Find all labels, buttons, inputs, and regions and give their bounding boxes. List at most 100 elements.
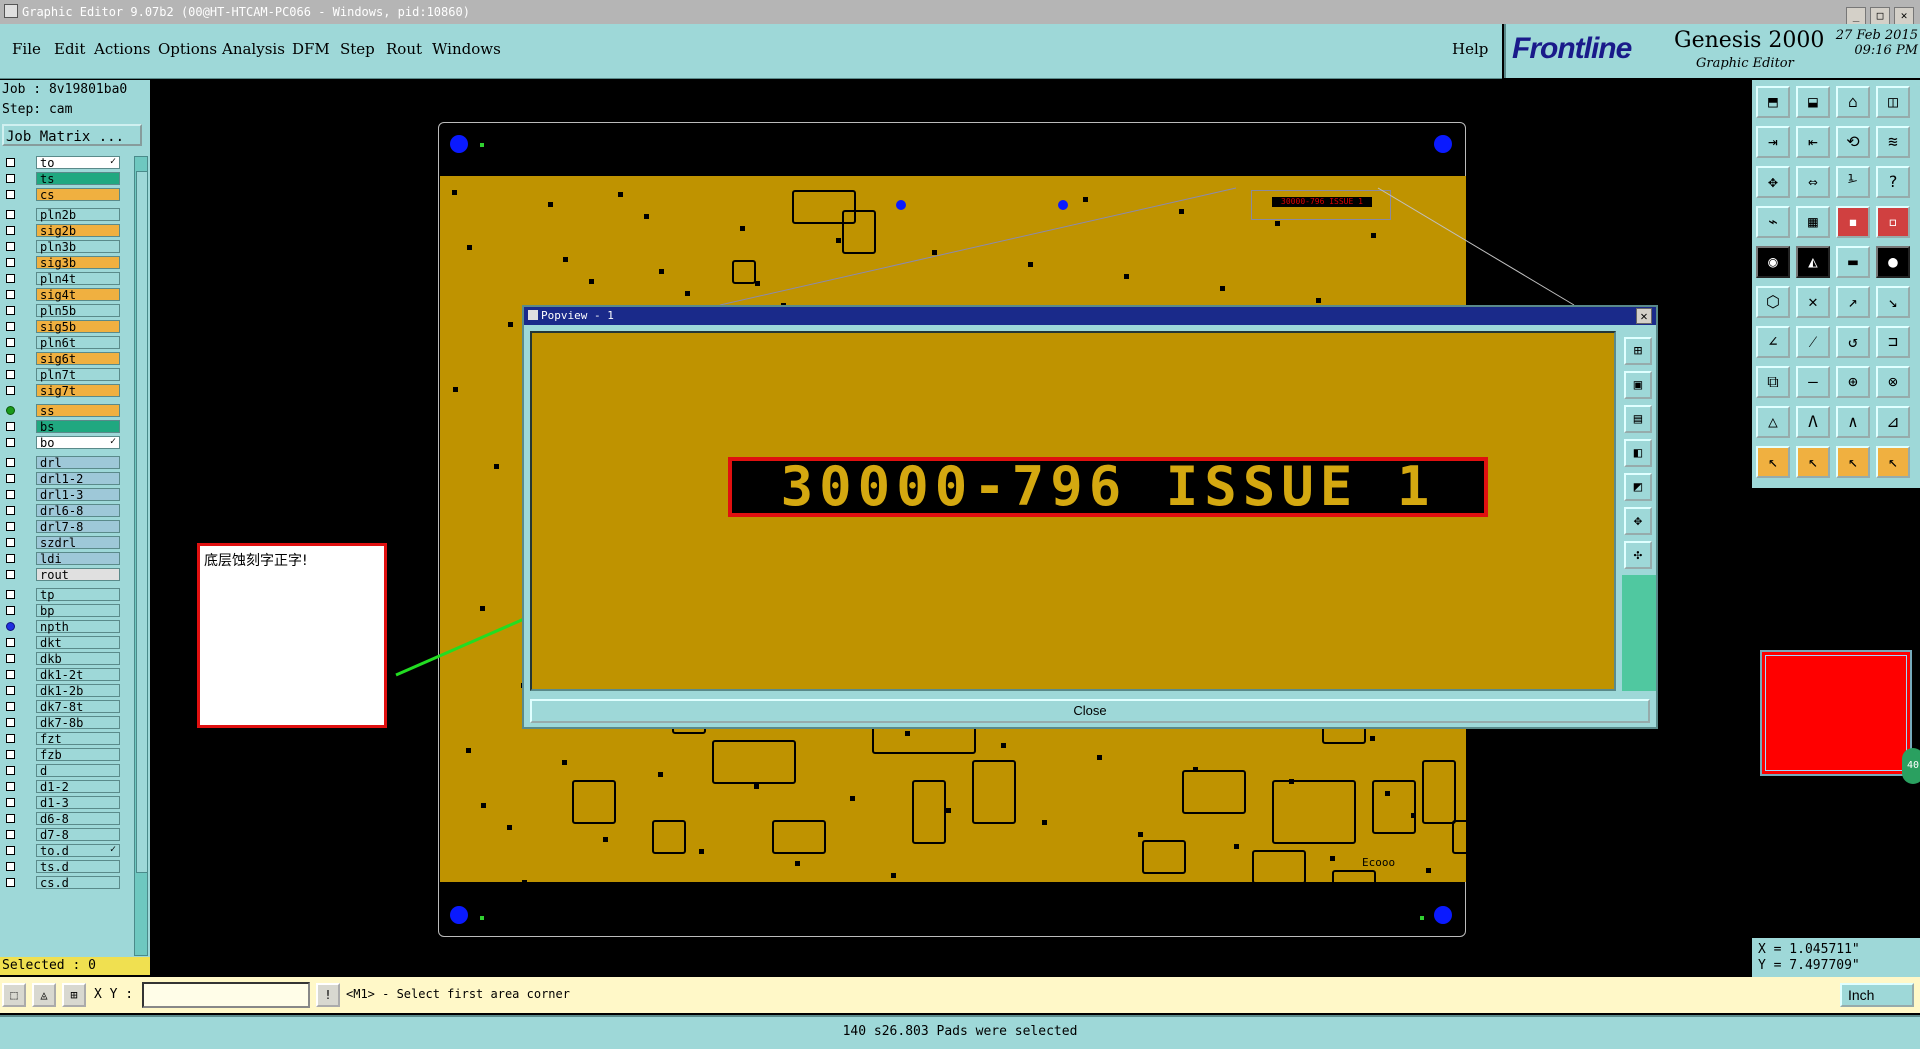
layer-checkbox[interactable] [6, 490, 15, 499]
layer-name[interactable]: to [36, 156, 120, 170]
layer-name[interactable]: drl [36, 456, 120, 470]
layer-row[interactable]: sig3b [2, 256, 120, 270]
layer-row[interactable]: pln5b [2, 304, 120, 318]
job-matrix-button[interactable]: Job Matrix ... [2, 124, 142, 146]
layer-row[interactable]: sig2b [2, 224, 120, 238]
layer-checkbox[interactable] [6, 606, 15, 615]
layer-checkbox[interactable] [6, 766, 15, 775]
layer-name[interactable]: rout [36, 568, 120, 582]
layer-checkbox[interactable] [6, 458, 15, 467]
peak-icon[interactable]: Λ [1796, 406, 1830, 438]
layer-checkbox[interactable] [6, 242, 15, 251]
triangle-icon[interactable]: △ [1756, 406, 1790, 438]
layer-name[interactable]: bs [36, 420, 120, 434]
layer-checkbox[interactable] [6, 830, 15, 839]
select-area-icon[interactable]: ↖ [1876, 446, 1910, 478]
layer-checkbox[interactable] [6, 210, 15, 219]
layer-name[interactable]: cs [36, 188, 120, 202]
layer-checkbox[interactable] [6, 538, 15, 547]
layer-checkbox[interactable] [6, 814, 15, 823]
layer-name[interactable]: sig2b [36, 224, 120, 238]
help-icon[interactable]: ? [1876, 166, 1910, 198]
layer-name[interactable]: dk7-8t [36, 700, 120, 714]
layer-row[interactable]: drl7-8 [2, 520, 120, 534]
layer-row[interactable]: cs.d [2, 876, 120, 890]
scale-icon[interactable]: ⅟ [1836, 166, 1870, 198]
back-icon[interactable]: ⇤ [1796, 126, 1830, 158]
layer-name[interactable]: dk7-8b [36, 716, 120, 730]
grid-icon[interactable]: ▦ [1796, 206, 1830, 238]
menu-rout[interactable]: Rout [386, 40, 422, 58]
forward-icon[interactable]: ⇥ [1756, 126, 1790, 158]
layer-checkbox[interactable] [6, 158, 15, 167]
line-icon[interactable]: ▬ [1836, 246, 1870, 278]
layer-checkbox[interactable] [6, 406, 15, 415]
layer-row[interactable]: sig5b [2, 320, 120, 334]
popview-scrollbar[interactable] [1622, 575, 1656, 691]
layer-checkbox[interactable] [6, 370, 15, 379]
layer-row[interactable]: pln4t [2, 272, 120, 286]
layer-row[interactable]: pln7t [2, 368, 120, 382]
layer-name[interactable]: szdrl [36, 536, 120, 550]
measure-icon[interactable]: ◬ [32, 983, 56, 1007]
layer-name[interactable]: sig5b [36, 320, 120, 334]
layer-row[interactable]: fzb [2, 748, 120, 762]
bracket-icon[interactable]: ⊐ [1876, 326, 1910, 358]
layer-checkbox[interactable] [6, 846, 15, 855]
layer-checkbox[interactable] [6, 702, 15, 711]
layer-name[interactable]: dk1-2t [36, 668, 120, 682]
overview-map[interactable] [1760, 650, 1912, 776]
move-icon[interactable]: ✣ [1624, 541, 1652, 569]
menu-file[interactable]: File [12, 40, 41, 58]
layer-name[interactable]: sig4t [36, 288, 120, 302]
select-box-icon[interactable]: ↖ [1796, 446, 1830, 478]
layer-checkbox[interactable] [6, 522, 15, 531]
layer-name[interactable]: d [36, 764, 120, 778]
layer-name[interactable]: bo [36, 436, 120, 450]
circle-icon[interactable]: ● [1876, 246, 1910, 278]
layer-row[interactable]: sig4t [2, 288, 120, 302]
menu-analysis[interactable]: Analysis [222, 40, 285, 58]
menu-actions[interactable]: Actions [94, 40, 150, 58]
layer-checkbox[interactable] [6, 862, 15, 871]
snap-icon[interactable]: ▪ [1836, 206, 1870, 238]
layer-row[interactable]: sig7t [2, 384, 120, 398]
layer-name[interactable]: dkb [36, 652, 120, 666]
layer-name[interactable]: drl6-8 [36, 504, 120, 518]
select-icon[interactable]: ↖ [1756, 446, 1790, 478]
layer-row[interactable]: pln6t [2, 336, 120, 350]
layer-row[interactable]: npth [2, 620, 120, 634]
layer-row[interactable]: dkb [2, 652, 120, 666]
layer-name[interactable]: dkt [36, 636, 120, 650]
layer-checkbox[interactable] [6, 306, 15, 315]
layer-row[interactable]: d6-8 [2, 812, 120, 826]
probe-icon[interactable]: ⌁ [1756, 206, 1790, 238]
layer-checkbox[interactable] [6, 570, 15, 579]
center-icon[interactable]: ✥ [1624, 507, 1652, 535]
layer-row[interactable]: bp [2, 604, 120, 618]
layer-checkbox[interactable] [6, 782, 15, 791]
angle-icon[interactable]: ∠ [1756, 326, 1790, 358]
fit-icon[interactable]: ⇔ [1796, 166, 1830, 198]
undo-icon[interactable]: ⟲ [1836, 126, 1870, 158]
layer-name[interactable]: pln3b [36, 240, 120, 254]
layer-checkbox[interactable] [6, 506, 15, 515]
layer-checkbox[interactable] [6, 670, 15, 679]
layer-row[interactable]: to.d ✓ [2, 844, 120, 858]
layer-name[interactable]: pln2b [36, 208, 120, 222]
popview-canvas[interactable]: 30000-796 ISSUE 1 [530, 331, 1616, 691]
layer-row[interactable]: dkt [2, 636, 120, 650]
info-icon[interactable]: ! [316, 983, 340, 1007]
layer-row[interactable]: dk7-8t [2, 700, 120, 714]
ramp-icon[interactable]: ⊿ [1876, 406, 1910, 438]
layer-checkbox[interactable] [6, 354, 15, 363]
layer-name[interactable]: ts.d [36, 860, 120, 874]
layer-row[interactable]: ldi [2, 552, 120, 566]
flip-icon[interactable]: ◭ [1796, 246, 1830, 278]
layer-row[interactable]: d7-8 [2, 828, 120, 842]
layer-row[interactable]: ts.d [2, 860, 120, 874]
layer-checkbox[interactable] [6, 638, 15, 647]
unit-selector[interactable]: Inch [1840, 983, 1914, 1007]
layer-name[interactable]: dk1-2b [36, 684, 120, 698]
layer-checkbox[interactable] [6, 290, 15, 299]
